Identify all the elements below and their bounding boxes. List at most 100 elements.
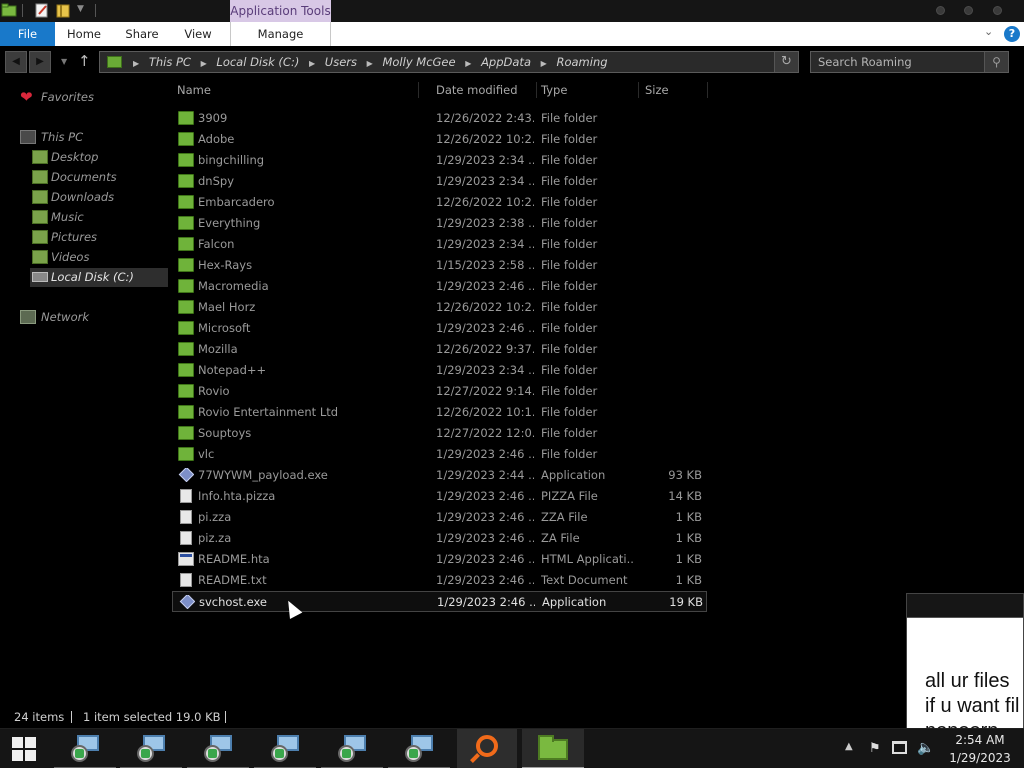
file-row[interactable]: Embarcadero 12/26/2022 10:2... File folder bbox=[172, 192, 707, 213]
column-header-name[interactable]: Name bbox=[177, 80, 417, 100]
file-row[interactable]: Rovio 12/27/2022 9:14... File folder bbox=[172, 381, 707, 402]
file-row[interactable]: pi.zza 1/29/2023 2:46 ... ZZA File 1 KB bbox=[172, 507, 707, 528]
tab-share[interactable]: Share bbox=[114, 22, 170, 46]
nav-item-videos[interactable]: Videos bbox=[30, 248, 168, 267]
file-row[interactable]: Falcon 1/29/2023 2:34 ... File folder bbox=[172, 234, 707, 255]
column-divider[interactable] bbox=[707, 82, 708, 98]
file-row[interactable]: Souptoys 12/27/2022 12:0... File folder bbox=[172, 423, 707, 444]
file-name: Everything bbox=[198, 216, 261, 230]
file-row[interactable]: 77WYWM_payload.exe 1/29/2023 2:44 ... Appl… bbox=[172, 465, 707, 486]
start-button[interactable] bbox=[0, 729, 50, 768]
column-header-date-modified[interactable]: Date modified bbox=[436, 80, 536, 100]
taskbar-app-installer[interactable] bbox=[254, 729, 316, 768]
file-size bbox=[638, 360, 702, 381]
action-center-flag-icon[interactable]: ⚑ bbox=[869, 741, 881, 756]
file-row[interactable]: vlc 1/29/2023 2:46 ... File folder bbox=[172, 444, 707, 465]
breadcrumb-separator-icon[interactable]: ▶ bbox=[309, 54, 315, 74]
customize-toolbar-chevron-icon[interactable]: ▼ bbox=[77, 4, 84, 14]
nav-item-local-disk[interactable]: Local Disk (C:) bbox=[30, 268, 168, 287]
refresh-icon[interactable]: ↻ bbox=[774, 52, 798, 72]
clock-date[interactable]: 1/29/2023 bbox=[940, 751, 1020, 765]
column-divider[interactable] bbox=[418, 82, 419, 98]
properties-icon[interactable] bbox=[34, 3, 50, 18]
column-header-size[interactable]: Size bbox=[645, 80, 705, 100]
breadcrumb-this-pc[interactable]: This PC bbox=[149, 52, 191, 72]
tab-view[interactable]: View bbox=[172, 22, 224, 46]
clock-time[interactable]: 2:54 AM bbox=[940, 733, 1020, 747]
file-row[interactable]: Mael Horz 12/26/2022 10:2... File folder bbox=[172, 297, 707, 318]
nav-item-downloads[interactable]: Downloads bbox=[30, 188, 168, 207]
forward-button[interactable]: ▶ bbox=[29, 51, 51, 73]
message-popup-window[interactable]: all ur files if u want fil nonoorn bbox=[906, 593, 1024, 730]
file-row[interactable]: Microsoft 1/29/2023 2:46 ... File folder bbox=[172, 318, 707, 339]
volume-icon[interactable]: 🔈 bbox=[917, 740, 934, 756]
tab-manage[interactable]: Manage bbox=[230, 22, 331, 46]
search-box[interactable]: ⚲ bbox=[810, 51, 1009, 73]
recent-locations-chevron-icon[interactable]: ▼ bbox=[61, 57, 67, 66]
breadcrumb-roaming[interactable]: Roaming bbox=[556, 52, 607, 72]
breadcrumb-separator-icon[interactable]: ▶ bbox=[465, 54, 471, 74]
breadcrumb-separator-icon[interactable]: ▶ bbox=[367, 54, 373, 74]
file-row[interactable]: piz.za 1/29/2023 2:46 ... ZA File 1 KB bbox=[172, 528, 707, 549]
close-button[interactable] bbox=[993, 6, 1002, 15]
file-type: File folder bbox=[541, 258, 598, 272]
breadcrumb-users[interactable]: Users bbox=[325, 52, 357, 72]
minimize-button[interactable] bbox=[936, 6, 945, 15]
file-row[interactable]: Notepad++ 1/29/2023 2:34 ... File folder bbox=[172, 360, 707, 381]
taskbar-app-installer[interactable] bbox=[187, 729, 249, 768]
up-arrow-icon[interactable]: ↑ bbox=[78, 52, 91, 70]
search-icon[interactable]: ⚲ bbox=[984, 52, 1008, 72]
status-selection: 1 item selected 19.0 KB bbox=[83, 710, 221, 724]
taskbar-search-app[interactable] bbox=[457, 729, 517, 768]
address-bar[interactable]: ▶ This PC ▶ Local Disk (C:) ▶ Users ▶ Mo… bbox=[99, 51, 799, 73]
taskbar-app-installer[interactable] bbox=[388, 729, 450, 768]
file-row[interactable]: Adobe 12/26/2022 10:2... File folder bbox=[172, 129, 707, 150]
new-folder-icon[interactable] bbox=[56, 3, 72, 18]
tab-home[interactable]: Home bbox=[56, 22, 112, 46]
file-row[interactable]: Info.hta.pizza 1/29/2023 2:46 ... PIZZA Fi… bbox=[172, 486, 707, 507]
file-size: 19 KB bbox=[669, 595, 703, 609]
taskbar-app-installer[interactable] bbox=[321, 729, 383, 768]
file-date-modified: 1/29/2023 2:46 ... bbox=[436, 531, 534, 545]
file-row[interactable]: 3909 12/26/2022 2:43... File folder bbox=[172, 108, 707, 129]
taskbar-app-installer[interactable] bbox=[120, 729, 182, 768]
column-divider[interactable] bbox=[638, 82, 639, 98]
show-hidden-icons-chevron-icon[interactable]: ▲ bbox=[845, 741, 853, 752]
search-input[interactable] bbox=[811, 52, 985, 72]
taskbar-app-installer[interactable] bbox=[54, 729, 116, 768]
network-icon[interactable] bbox=[892, 741, 907, 754]
file-row[interactable]: svchost.exe 1/29/2023 2:46 ... Application… bbox=[172, 591, 707, 612]
breadcrumb-appdata[interactable]: AppData bbox=[481, 52, 531, 72]
file-row[interactable]: Rovio Entertainment Ltd 12/26/2022 10:1..… bbox=[172, 402, 707, 423]
file-row[interactable]: Everything 1/29/2023 2:38 ... File folder bbox=[172, 213, 707, 234]
help-icon[interactable]: ? bbox=[1004, 26, 1020, 42]
file-row[interactable]: Mozilla 12/26/2022 9:37... File folder bbox=[172, 339, 707, 360]
nav-item-documents[interactable]: Documents bbox=[30, 168, 168, 187]
nav-network[interactable]: Network bbox=[20, 308, 160, 327]
file-row[interactable]: Macromedia 1/29/2023 2:46 ... File folder bbox=[172, 276, 707, 297]
column-header-type[interactable]: Type bbox=[541, 80, 637, 100]
file-row[interactable]: README.hta 1/29/2023 2:46 ... HTML Applica… bbox=[172, 549, 707, 570]
back-button[interactable]: ◀ bbox=[5, 51, 27, 73]
file-row[interactable]: bingchilling 1/29/2023 2:34 ... File folde… bbox=[172, 150, 707, 171]
breadcrumb-user-folder[interactable]: Molly McGee bbox=[382, 52, 455, 72]
breadcrumb-separator-icon[interactable]: ▶ bbox=[201, 54, 207, 74]
file-name: Souptoys bbox=[198, 426, 252, 440]
nav-this-pc[interactable]: This PC bbox=[20, 128, 160, 147]
breadcrumb-separator-icon[interactable]: ▶ bbox=[541, 54, 547, 74]
popup-title-bar[interactable] bbox=[907, 594, 1023, 618]
nav-item-music[interactable]: Music bbox=[30, 208, 168, 227]
nav-item-pictures[interactable]: Pictures bbox=[30, 228, 168, 247]
maximize-button[interactable] bbox=[964, 6, 973, 15]
taskbar-file-explorer[interactable] bbox=[522, 729, 584, 768]
file-row[interactable]: Hex-Rays 1/15/2023 2:58 ... File folder bbox=[172, 255, 707, 276]
breadcrumb-local-disk[interactable]: Local Disk (C:) bbox=[216, 52, 299, 72]
file-row[interactable]: dnSpy 1/29/2023 2:34 ... File folder bbox=[172, 171, 707, 192]
nav-item-desktop[interactable]: Desktop bbox=[30, 148, 168, 167]
file-row[interactable]: README.txt 1/29/2023 2:46 ... Text Documen… bbox=[172, 570, 707, 591]
file-name: Microsoft bbox=[198, 321, 251, 335]
nav-favorites[interactable]: ❤ Favorites bbox=[20, 88, 160, 107]
tab-file[interactable]: File bbox=[0, 22, 55, 46]
column-divider[interactable] bbox=[536, 82, 537, 98]
expand-ribbon-chevron-icon[interactable]: ⌄ bbox=[984, 25, 993, 38]
